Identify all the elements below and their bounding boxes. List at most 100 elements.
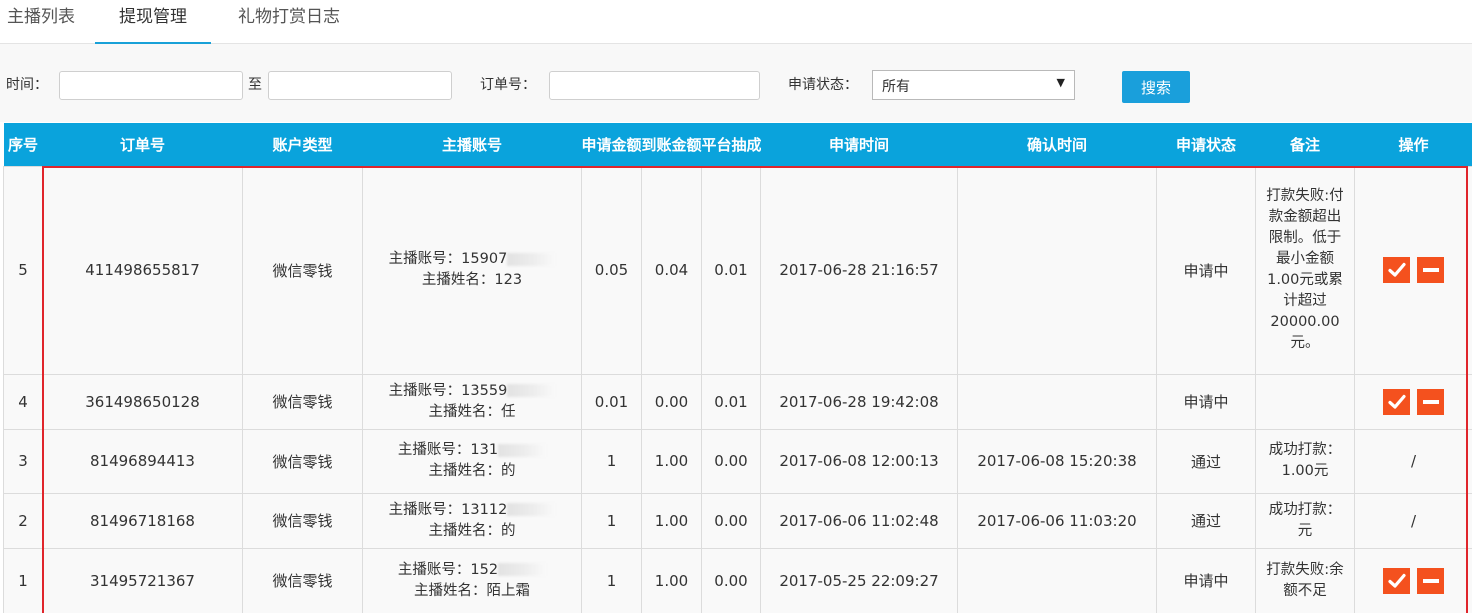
account-type-cell: 微信零钱	[242, 547, 363, 613]
confirm-time-cell	[957, 373, 1157, 430]
anchor-name: 主播姓名：陌上霜	[414, 582, 530, 599]
apply-time-cell: 2017-05-25 22:09:27	[760, 547, 958, 613]
table-header-row: 序号 订单号 账户类型 主播账号 申请金额 到账金额 平台抽成 申请时间 确认时…	[3, 123, 1472, 166]
redacted-mask	[507, 252, 556, 266]
table-body: 5 411498655817 微信零钱 主播账号：15907 主播姓名：123 0…	[3, 165, 1472, 613]
anchor-name: 主播姓名：123	[421, 272, 523, 288]
seq-cell: 5	[3, 165, 43, 375]
note-cell: 打款失败:余额不足	[1255, 547, 1355, 613]
redacted-mask	[507, 503, 556, 516]
chevron-down-icon: ▼	[1056, 76, 1065, 89]
seq-cell: 3	[3, 428, 43, 494]
search-button[interactable]: 搜索	[1122, 71, 1190, 103]
status-select[interactable]: 所有 ▼	[872, 70, 1075, 100]
anchor-account-cell: 主播账号：13559 主播姓名：任	[362, 373, 582, 430]
approve-button[interactable]	[1383, 567, 1410, 594]
order-label: 订单号：	[480, 77, 536, 93]
received-amount-cell: 1.00	[641, 428, 702, 494]
time-end-input[interactable]	[268, 71, 452, 100]
apply-time-cell: 2017-06-28 21:16:57	[760, 165, 958, 375]
check-icon	[1387, 573, 1406, 589]
table-row: 1 31495721367 微信零钱 主播账号：152 主播姓名：陌上霜 1 1.…	[3, 547, 1472, 613]
status-cell: 申请中	[1156, 165, 1256, 375]
check-icon	[1387, 262, 1406, 278]
apply-amount-cell: 0.01	[581, 373, 642, 430]
seq-cell: 4	[3, 373, 43, 430]
minus-icon	[1422, 394, 1440, 410]
col-header-note: 备注	[1255, 123, 1355, 166]
seq-cell: 1	[3, 547, 43, 613]
fee-cell: 0.01	[701, 373, 761, 430]
table-row: 4 361498650128 微信零钱 主播账号：13559 主播姓名：任 0.0…	[3, 373, 1472, 430]
received-amount-cell: 0.00	[641, 373, 702, 430]
col-header-actions: 操作	[1354, 123, 1472, 166]
reject-button[interactable]	[1417, 257, 1444, 283]
col-header-platform-fee: 平台抽成	[701, 123, 761, 166]
note-cell: 成功打款：1.00元	[1255, 428, 1355, 494]
status-cell: 申请中	[1156, 373, 1256, 430]
minus-icon	[1422, 573, 1440, 589]
redacted-mask	[498, 563, 547, 576]
anchor-account-number: 主播账号：131	[397, 442, 499, 458]
confirm-time-cell: 2017-06-08 15:20:38	[957, 428, 1157, 494]
table-row: 3 81496894413 微信零钱 主播账号：131 主播姓名：的 1 1.00…	[3, 428, 1472, 494]
fee-cell: 0.00	[701, 428, 761, 494]
time-separator: 至	[248, 77, 262, 93]
received-amount-cell: 1.00	[641, 547, 702, 613]
received-amount-cell: 0.04	[641, 165, 702, 375]
redacted-mask	[498, 443, 547, 457]
status-label: 申请状态：	[788, 77, 858, 93]
tab-withdraw-management[interactable]: 提现管理	[95, 0, 211, 44]
tab-gift-log[interactable]: 礼物打赏日志	[222, 0, 356, 44]
apply-time-cell: 2017-06-28 19:42:08	[760, 373, 958, 430]
status-cell: 通过	[1156, 428, 1256, 494]
anchor-account-number: 主播账号：13112	[388, 501, 508, 518]
anchor-account-cell: 主播账号：15907 主播姓名：123	[362, 165, 582, 375]
order-input[interactable]	[549, 71, 760, 100]
order-cell: 361498650128	[42, 373, 243, 430]
anchor-name: 主播姓名：的	[428, 463, 516, 479]
note-cell: 打款失败:付款金额超出限制。低于最小金额1.00元或累计超过20000.00元。	[1255, 165, 1355, 375]
col-header-apply-time: 申请时间	[760, 123, 958, 166]
apply-time-cell: 2017-06-08 12:00:13	[760, 428, 958, 494]
order-cell: 81496894413	[42, 428, 243, 494]
col-header-apply-amount: 申请金额	[581, 123, 642, 166]
anchor-name: 主播姓名：任	[428, 403, 516, 420]
apply-amount-cell: 1	[581, 547, 642, 613]
actions-cell: /	[1354, 428, 1472, 494]
col-header-status: 申请状态	[1156, 123, 1256, 166]
order-cell: 411498655817	[42, 165, 243, 375]
table-row: 5 411498655817 微信零钱 主播账号：15907 主播姓名：123 0…	[3, 165, 1472, 375]
account-type-cell: 微信零钱	[242, 373, 363, 430]
account-type-cell: 微信零钱	[242, 492, 363, 549]
tab-bar: 主播列表 提现管理 礼物打赏日志	[0, 0, 1472, 44]
apply-amount-cell: 1	[581, 428, 642, 494]
approve-button[interactable]	[1383, 388, 1410, 415]
seq-cell: 2	[3, 492, 43, 549]
anchor-account-cell: 主播账号：152 主播姓名：陌上霜	[362, 547, 582, 613]
confirm-time-cell: 2017-06-06 11:03:20	[957, 492, 1157, 549]
anchor-account-cell: 主播账号：13112 主播姓名：的	[362, 492, 582, 549]
col-header-confirm-time: 确认时间	[957, 123, 1157, 166]
time-label: 时间：	[6, 77, 48, 93]
time-start-input[interactable]	[59, 71, 243, 100]
account-type-cell: 微信零钱	[242, 428, 363, 494]
tab-anchor-list[interactable]: 主播列表	[0, 0, 82, 44]
account-type-cell: 微信零钱	[242, 165, 363, 375]
fee-cell: 0.00	[701, 547, 761, 613]
no-action-text: /	[1410, 511, 1417, 530]
col-header-order: 订单号	[42, 123, 243, 166]
approve-button[interactable]	[1383, 257, 1410, 283]
no-action-text: /	[1410, 452, 1417, 471]
anchor-account-number: 主播账号：15907	[388, 251, 508, 267]
received-amount-cell: 1.00	[641, 492, 702, 549]
actions-cell	[1354, 373, 1472, 430]
actions-cell: /	[1354, 492, 1472, 549]
anchor-name: 主播姓名：的	[428, 522, 516, 539]
reject-button[interactable]	[1417, 388, 1444, 415]
apply-time-cell: 2017-06-06 11:02:48	[760, 492, 958, 549]
filter-panel: 时间： 至 订单号： 申请状态： 所有 ▼ 搜索	[0, 44, 1472, 122]
fee-cell: 0.00	[701, 492, 761, 549]
col-header-received-amount: 到账金额	[641, 123, 702, 166]
reject-button[interactable]	[1417, 567, 1444, 594]
